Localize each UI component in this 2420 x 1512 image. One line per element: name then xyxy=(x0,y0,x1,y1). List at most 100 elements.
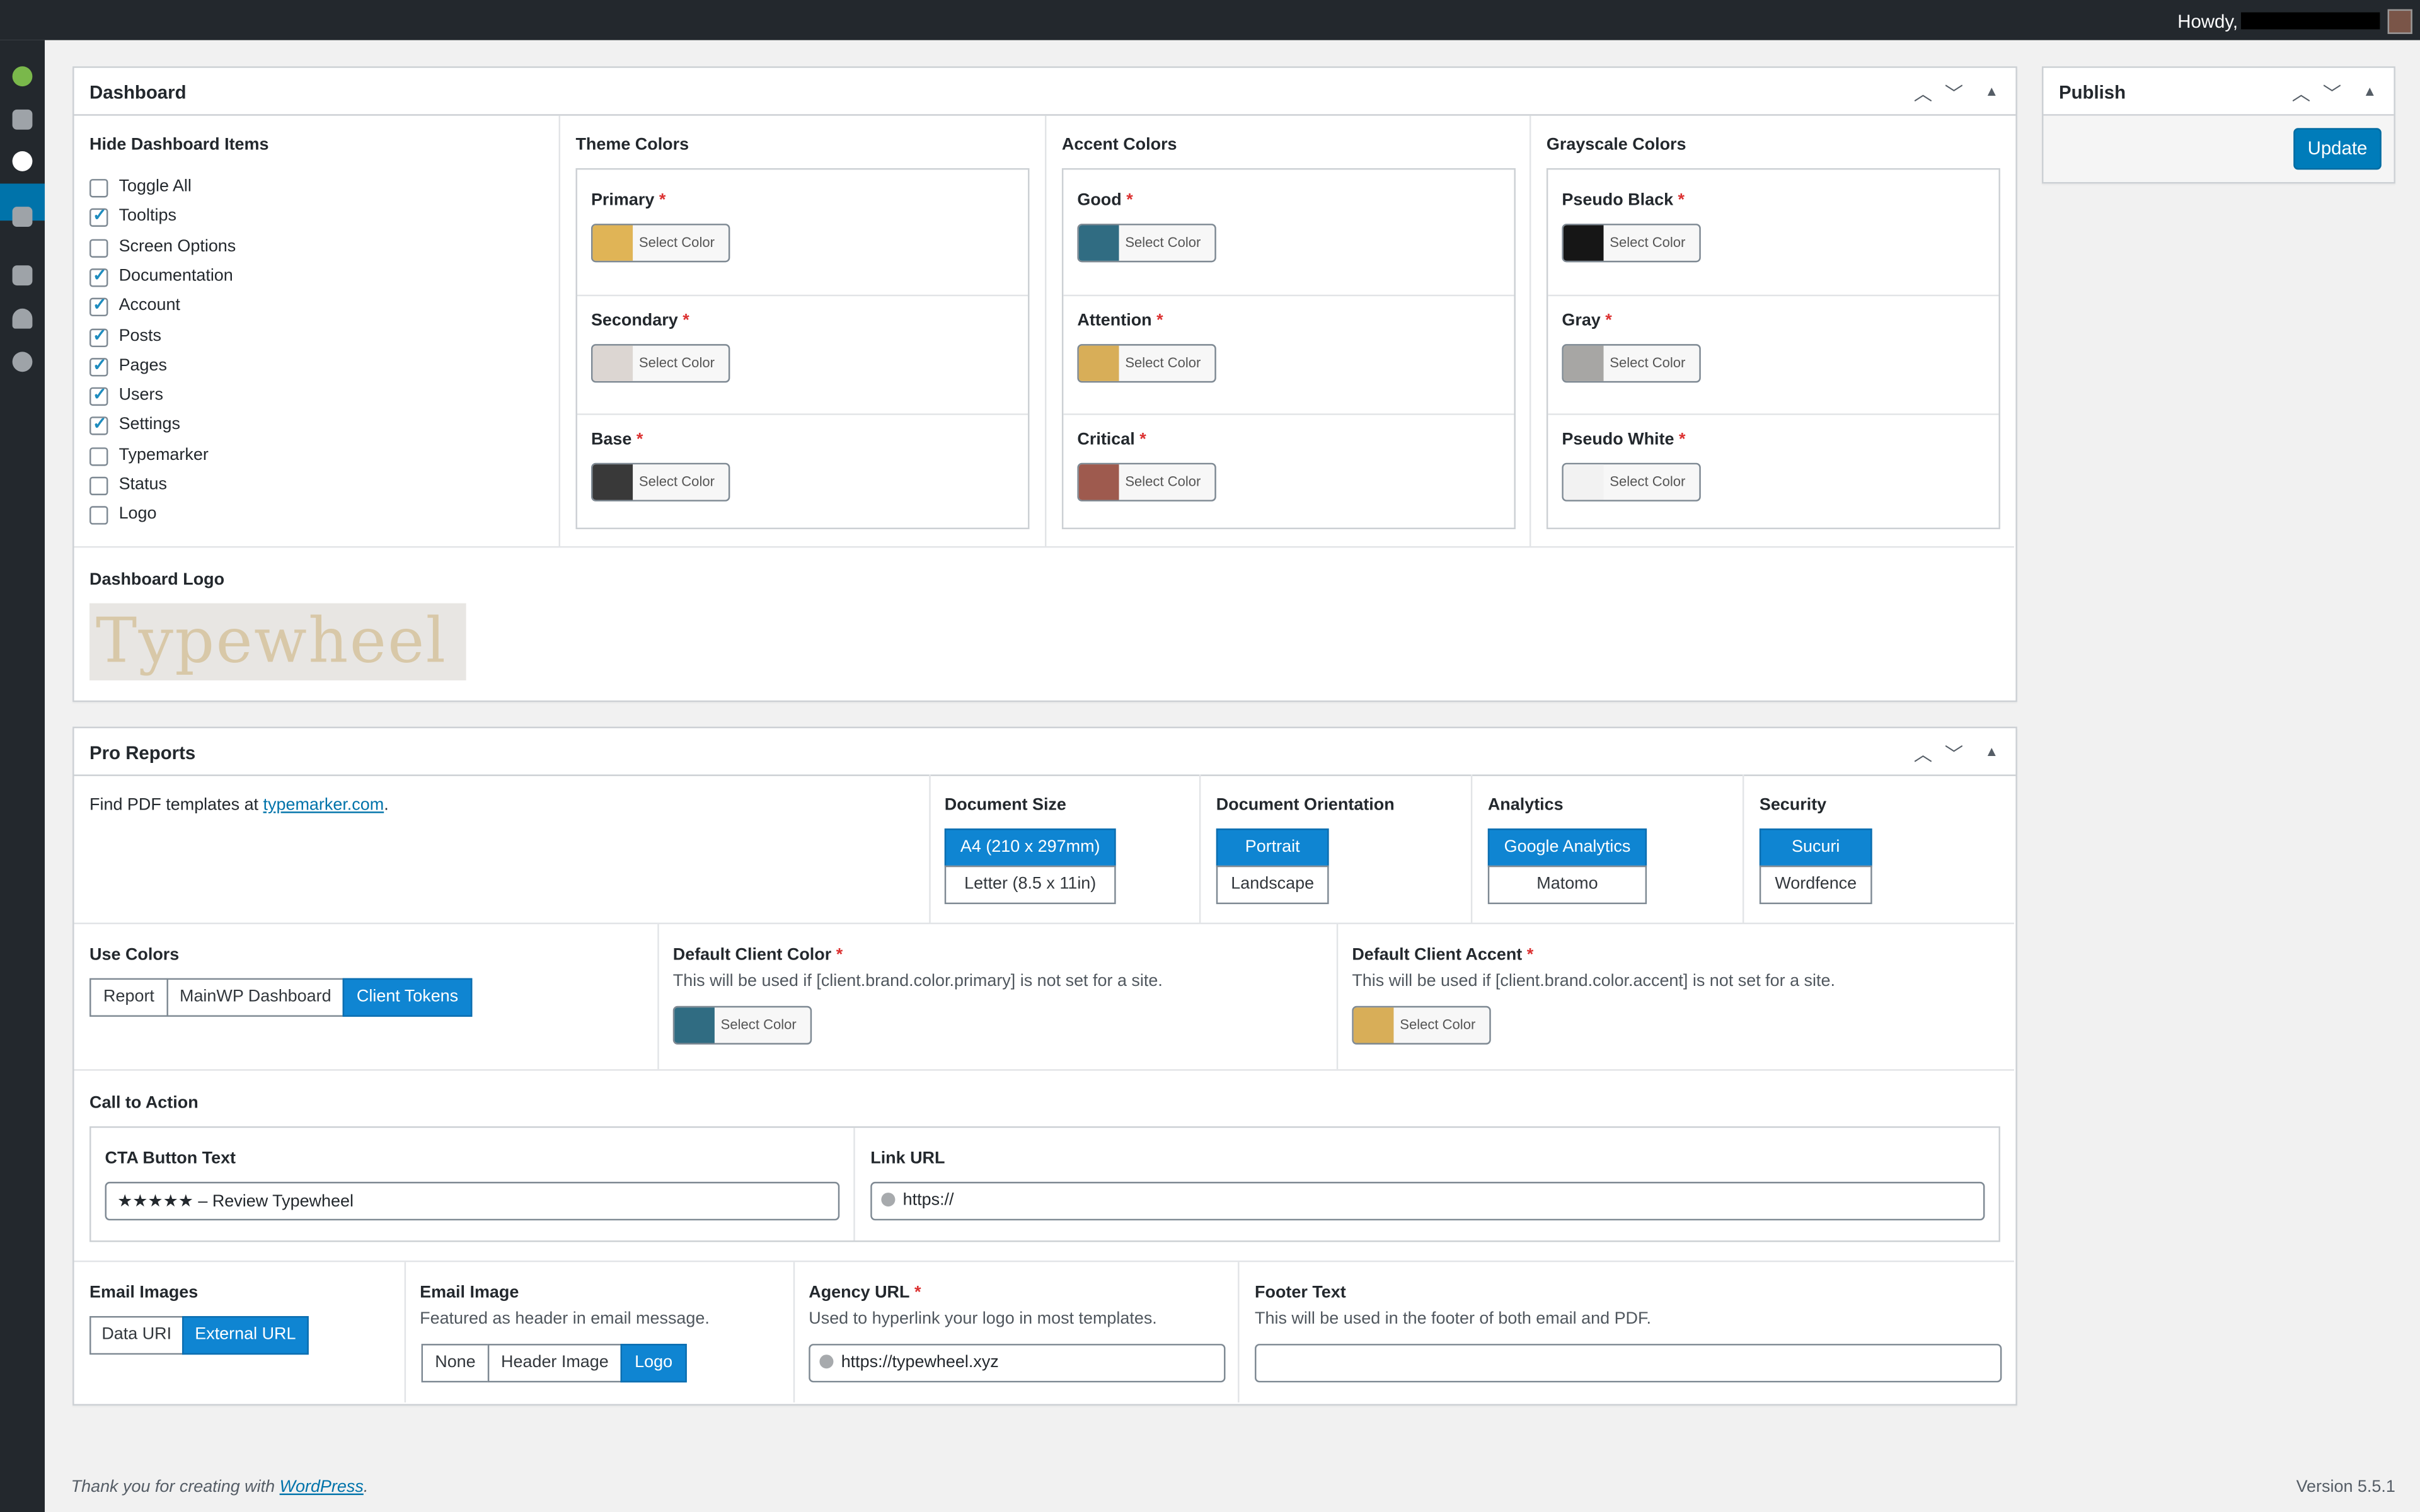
checkbox[interactable] xyxy=(89,205,108,227)
analytics-option-1[interactable]: Matomo xyxy=(1487,865,1647,905)
divider xyxy=(1044,115,1047,546)
checkbox[interactable] xyxy=(89,238,108,257)
use-colors-option-1[interactable]: MainWP Dashboard xyxy=(166,978,345,1017)
select-color-label: Select Color xyxy=(1610,473,1686,490)
document-orientation-option-0[interactable]: Portrait xyxy=(1216,828,1329,868)
document-orientation-title: Document Orientation xyxy=(1216,796,1395,815)
checkbox[interactable] xyxy=(89,476,108,496)
divider xyxy=(1470,774,1473,923)
update-button[interactable]: Update xyxy=(2293,128,2382,170)
move-up-icon[interactable]: ︿ xyxy=(2292,80,2310,106)
default-client-color-button[interactable]: Select Color xyxy=(672,1005,812,1045)
upload-icon[interactable] xyxy=(12,109,33,130)
checkbox[interactable] xyxy=(89,265,108,287)
document-orientation-option-1[interactable]: Landscape xyxy=(1216,865,1329,905)
select-color-button[interactable]: Select Color xyxy=(1562,224,1701,263)
footer-text-input[interactable] xyxy=(1255,1344,2002,1383)
publish-title: Publish xyxy=(2058,81,2126,104)
dashboard-gauge-icon[interactable] xyxy=(12,151,33,171)
security-option-0[interactable]: Sucuri xyxy=(1759,828,1872,868)
email-image-option-2[interactable]: Logo xyxy=(620,1344,687,1383)
checkbox[interactable] xyxy=(89,179,108,198)
document-size-title: Document Size xyxy=(944,796,1066,815)
divider xyxy=(74,1260,2014,1263)
divider xyxy=(1199,774,1201,923)
move-down-icon[interactable]: ﹀ xyxy=(1945,741,1963,767)
email-image-title: Email Image xyxy=(420,1283,519,1302)
divider xyxy=(577,294,1028,295)
select-color-button[interactable]: Select Color xyxy=(1077,343,1216,382)
required-mark: * xyxy=(836,946,843,965)
link-url-input[interactable]: https:// xyxy=(870,1181,1985,1221)
toggle-panel-icon[interactable]: ▲ xyxy=(1985,83,1998,98)
grayscale-colors-label-0: Pseudo Black * xyxy=(1562,192,1685,210)
agency-url-input[interactable]: https://typewheel.xyz xyxy=(809,1344,1226,1383)
publish-postbox: Publish ︿ ﹀ ▲ Update xyxy=(2042,66,2395,184)
checkbox[interactable] xyxy=(89,295,108,317)
email-image-option-1[interactable]: Header Image xyxy=(487,1344,622,1383)
checkbox[interactable] xyxy=(89,384,108,406)
color-swatch xyxy=(592,464,633,500)
color-label: Good xyxy=(1077,191,1122,210)
default-client-accent-button[interactable]: Select Color xyxy=(1352,1005,1491,1045)
logo-wordmark: Typewheel xyxy=(95,606,447,678)
theme-colors-label-2: Base * xyxy=(591,430,643,449)
select-color-button[interactable]: Select Color xyxy=(591,224,730,263)
collapse-menu-icon[interactable] xyxy=(12,352,33,372)
checkbox-label: Typemarker xyxy=(118,445,209,464)
email-images-option-1[interactable]: External URL xyxy=(182,1315,309,1355)
use-colors-option-2[interactable]: Client Tokens xyxy=(342,978,473,1017)
document-size-option-1[interactable]: Letter (8.5 x 11in) xyxy=(944,865,1116,905)
dashboard-logo-image[interactable]: Typewheel xyxy=(89,603,466,681)
color-label: Attention xyxy=(1077,311,1152,329)
checkbox[interactable] xyxy=(89,355,108,377)
required-mark: * xyxy=(914,1283,921,1302)
checkbox[interactable] xyxy=(89,325,108,346)
divider xyxy=(74,546,2014,548)
analytics-option-0[interactable]: Google Analytics xyxy=(1487,828,1647,868)
divider xyxy=(793,1262,795,1403)
checkbox[interactable] xyxy=(89,506,108,525)
avatar[interactable] xyxy=(2387,9,2412,34)
move-down-icon[interactable]: ﹀ xyxy=(2323,80,2341,106)
checkbox[interactable] xyxy=(89,447,108,466)
plugins-icon[interactable] xyxy=(12,265,33,286)
email-image-option-0[interactable]: None xyxy=(421,1344,490,1383)
divider xyxy=(1529,115,1531,546)
cta-button-text-input[interactable]: ★★★★★ – Review Typewheel xyxy=(105,1181,840,1221)
email-images-option-0[interactable]: Data URI xyxy=(89,1315,184,1355)
color-swatch xyxy=(1563,345,1604,381)
checkbox-label: Users xyxy=(118,386,163,404)
select-color-button[interactable]: Select Color xyxy=(591,462,730,501)
select-color-button[interactable]: Select Color xyxy=(591,343,730,382)
color-swatch xyxy=(1563,464,1604,500)
typewheel-icon[interactable] xyxy=(12,66,33,87)
color-label: Pseudo Black xyxy=(1562,191,1674,210)
select-color-label: Select Color xyxy=(1610,234,1686,250)
typemarker-link[interactable]: typemarker.com xyxy=(263,796,384,815)
link-url-value: https:// xyxy=(902,1191,954,1210)
required-mark: * xyxy=(1134,430,1146,449)
document-size-option-0[interactable]: A4 (210 x 297mm) xyxy=(944,828,1116,868)
comments-icon[interactable] xyxy=(12,207,33,227)
analytics-title: Analytics xyxy=(1487,796,1564,815)
agency-url-title: Agency URL xyxy=(809,1283,910,1302)
howdy-text[interactable]: Howdy, xyxy=(2177,11,2238,32)
pro-reports-title: Pro Reports xyxy=(89,742,196,764)
use-colors-option-0[interactable]: Report xyxy=(89,978,168,1017)
select-color-button[interactable]: Select Color xyxy=(1562,343,1701,382)
users-icon[interactable] xyxy=(12,308,33,329)
wordpress-link[interactable]: WordPress xyxy=(280,1478,364,1496)
move-down-icon[interactable]: ﹀ xyxy=(1945,80,1963,106)
toggle-panel-icon[interactable]: ▲ xyxy=(1985,743,1998,759)
select-color-button[interactable]: Select Color xyxy=(1562,462,1701,501)
required-mark: * xyxy=(1600,311,1612,329)
default-client-accent-desc: This will be used if [client.brand.color… xyxy=(1352,971,1835,991)
security-option-1[interactable]: Wordfence xyxy=(1759,865,1872,905)
toggle-panel-icon[interactable]: ▲ xyxy=(2363,83,2377,98)
select-color-button[interactable]: Select Color xyxy=(1077,224,1216,263)
checkbox[interactable] xyxy=(89,414,108,436)
select-color-button[interactable]: Select Color xyxy=(1077,462,1216,501)
move-up-icon[interactable]: ︿ xyxy=(1914,741,1932,767)
move-up-icon[interactable]: ︿ xyxy=(1914,80,1932,106)
